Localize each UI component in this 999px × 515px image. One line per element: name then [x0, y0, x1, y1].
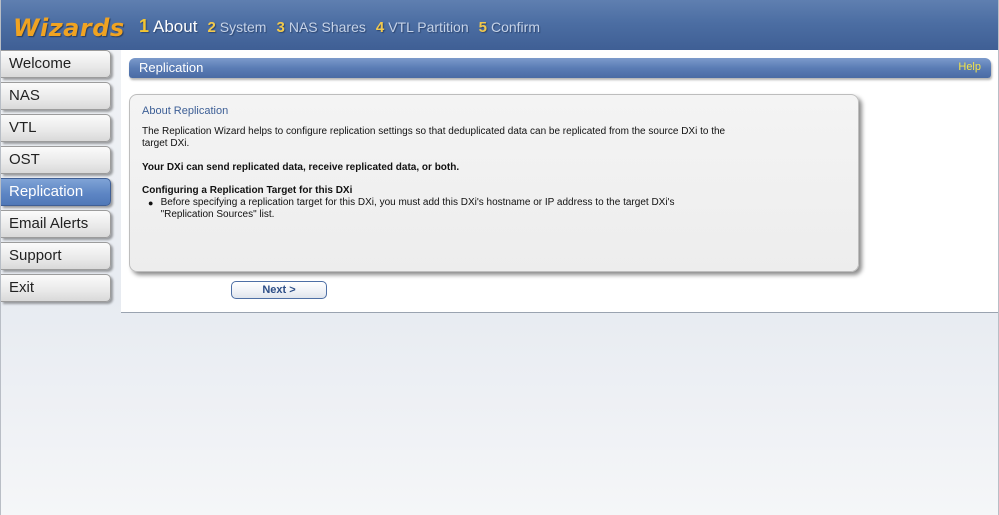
sidebar-item-email-alerts[interactable]: Email Alerts	[1, 210, 111, 238]
step-nas-shares[interactable]: 3 NAS Shares	[276, 19, 365, 36]
step-confirm[interactable]: 5 Confirm	[479, 19, 540, 36]
step-number: 4	[375, 19, 385, 36]
sidebar-item-support[interactable]: Support	[1, 242, 111, 270]
step-number: 3	[276, 19, 285, 36]
step-label: About	[153, 17, 198, 36]
about-replication-panel: About Replication The Replication Wizard…	[129, 94, 859, 272]
step-system[interactable]: 2 System	[207, 19, 266, 36]
bullet-text: Before specifying a replication target f…	[160, 197, 675, 220]
page-title: Replication	[139, 60, 204, 75]
step-label: System	[219, 19, 267, 35]
sidebar-item-replication[interactable]: Replication	[1, 178, 111, 206]
step-about[interactable]: 1 About	[139, 16, 197, 37]
sidebar-item-welcome[interactable]: Welcome	[1, 50, 111, 78]
sidebar-item-exit[interactable]: Exit	[1, 274, 111, 302]
list-item: ● Before specifying a replication target…	[142, 197, 727, 221]
step-label: VTL Partition	[388, 19, 469, 35]
wizards-logo: Wizards	[13, 14, 125, 42]
sidebar-item-vtl[interactable]: VTL	[1, 114, 111, 142]
wizard-steps: 1 About 2 System 3 NAS Shares 4 VTL Part…	[139, 16, 550, 37]
header-bar: Wizards 1 About 2 System 3 NAS Shares 4 …	[1, 0, 998, 50]
step-number: 2	[207, 19, 216, 36]
panel-summary-text: Your DXi can send replicated data, recei…	[142, 162, 460, 173]
step-number: 5	[478, 19, 487, 36]
panel-intro-text: The Replication Wizard helps to configur…	[142, 126, 726, 149]
next-button[interactable]: Next >	[231, 281, 327, 299]
help-link[interactable]: Help	[958, 61, 981, 73]
sidebar-nav: Welcome NAS VTL OST Replication Email Al…	[1, 50, 113, 306]
wizard-window: Wizards 1 About 2 System 3 NAS Shares 4 …	[0, 0, 999, 515]
step-label: NAS Shares	[288, 19, 366, 35]
sidebar-item-nas[interactable]: NAS	[1, 82, 111, 110]
step-vtl-partition[interactable]: 4 VTL Partition	[376, 19, 469, 36]
main-content: Replication Help About Replication The R…	[121, 50, 998, 313]
panel-subheading: Configuring a Replication Target for thi…	[142, 185, 353, 196]
sidebar-item-ost[interactable]: OST	[1, 146, 111, 174]
section-title-bar: Replication Help	[129, 58, 991, 78]
step-number: 1	[139, 16, 150, 36]
bullet-icon: ●	[148, 198, 154, 208]
panel-heading: About Replication	[142, 105, 229, 117]
step-label: Confirm	[490, 19, 540, 35]
